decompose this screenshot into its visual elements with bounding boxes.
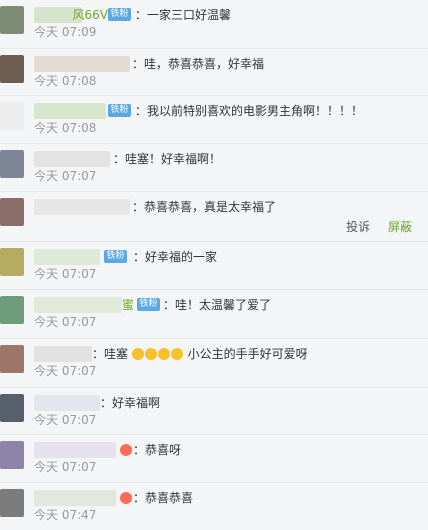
- commenter-name[interactable]: [34, 103, 106, 119]
- smile-emoji-icon: [144, 348, 157, 360]
- commenter-name[interactable]: 蜜: [34, 297, 134, 313]
- comment-text-body: ：恭喜恭喜: [133, 491, 194, 505]
- comment-text: ：好幸福的一家: [133, 250, 218, 264]
- comment-text: ：我以前特别喜欢的电影男主角啊！！！！: [135, 104, 364, 118]
- comment-time: 今天 07:07: [34, 460, 97, 474]
- commenter-nickname[interactable]: 风66V: [73, 7, 108, 23]
- avatar[interactable]: [0, 441, 24, 469]
- avatar[interactable]: [0, 55, 24, 83]
- commenter-name[interactable]: [34, 442, 116, 458]
- commenter-name[interactable]: [34, 490, 116, 506]
- comment-text: ：一家三口好温馨: [135, 8, 232, 22]
- comment-time: 今天 07:07: [34, 169, 97, 183]
- comment-text-body: ：恭喜呀: [133, 443, 182, 457]
- comment-row: 铁粉 ：我以前特别喜欢的电影男主角啊！！！！ 今天 07:08: [0, 96, 428, 144]
- comment-text: ：哇塞 小公主的手手好可爱呀: [92, 345, 308, 363]
- fan-badge: 铁粉: [137, 298, 160, 311]
- comment-row: ：哇塞！好幸福啊！ 今天 07:07: [0, 144, 428, 192]
- comment-row: ：哇塞 小公主的手手好可爱呀 今天 07:07: [0, 339, 428, 388]
- avatar[interactable]: [0, 198, 24, 226]
- comment-list: 风66V 铁粉 ：一家三口好温馨 今天 07:09 ：哇，恭喜恭喜，好幸福 今天…: [0, 0, 428, 530]
- fan-badge: 铁粉: [108, 104, 131, 117]
- comment-time: 今天 07:08: [34, 121, 97, 135]
- smile-emoji-icon: [157, 348, 170, 360]
- comment-row: ：哇，恭喜恭喜，好幸福 今天 07:08: [0, 49, 428, 96]
- comment-text: ：恭喜恭喜: [120, 489, 193, 507]
- avatar[interactable]: [0, 296, 24, 324]
- commenter-name[interactable]: [34, 56, 130, 72]
- avatar[interactable]: [0, 150, 24, 178]
- comment-row: 蜜 铁粉 ：哇！太温馨了爱了 今天 07:07: [0, 290, 428, 339]
- avatar[interactable]: [0, 345, 24, 373]
- comment-time: 今天 07:09: [34, 25, 97, 39]
- comment-time: 今天 07:07: [34, 364, 97, 378]
- comment-text-start: ：哇塞: [92, 347, 129, 361]
- avatar[interactable]: [0, 248, 24, 276]
- smile-emoji-icon: [131, 348, 144, 360]
- commenter-name[interactable]: [34, 151, 110, 167]
- block-link[interactable]: 屏蔽: [388, 220, 412, 234]
- comment-time: 今天 07:07: [34, 315, 97, 329]
- commenter-name[interactable]: [34, 249, 100, 265]
- comment-text: ：恭喜恭喜，真是太幸福了: [132, 200, 277, 214]
- avatar[interactable]: [0, 394, 24, 422]
- gift-emoji-icon: [120, 444, 132, 456]
- comment-time: 今天 07:47: [34, 508, 97, 522]
- comment-actions: 投诉 屏蔽: [346, 219, 412, 235]
- commenter-name[interactable]: 风66V: [34, 7, 108, 23]
- gift-emoji-icon: [120, 492, 132, 504]
- avatar[interactable]: [0, 489, 24, 517]
- comment-row: ：恭喜恭喜 今天 07:47: [0, 483, 428, 530]
- comment-row: ：恭喜恭喜，真是太幸福了 投诉 屏蔽: [0, 192, 428, 242]
- comment-row: 风66V 铁粉 ：一家三口好温馨 今天 07:09: [0, 0, 428, 49]
- comment-text: ：哇，恭喜恭喜，好幸福: [132, 57, 265, 71]
- comment-text: ：好幸福啊: [100, 396, 161, 410]
- avatar[interactable]: [0, 6, 24, 34]
- comment-row: 铁粉 ：好幸福的一家 今天 07:07: [0, 242, 428, 290]
- report-link[interactable]: 投诉: [346, 220, 370, 234]
- comment-time: 今天 07:07: [34, 267, 97, 281]
- avatar[interactable]: [0, 102, 24, 130]
- comment-row: ：恭喜呀 今天 07:07: [0, 435, 428, 483]
- comment-time: 今天 07:07: [34, 413, 97, 427]
- comment-text: ：哇！太温馨了爱了: [163, 298, 272, 312]
- fan-badge: 铁粉: [104, 250, 127, 263]
- comment-text: ：哇塞！好幸福啊！: [113, 152, 222, 166]
- commenter-name[interactable]: [34, 346, 92, 362]
- commenter-name[interactable]: [34, 199, 130, 215]
- comment-time: 今天 07:08: [34, 74, 97, 88]
- fan-badge: 铁粉: [108, 8, 131, 21]
- smile-emoji-icon: [170, 348, 183, 360]
- comment-text: ：恭喜呀: [120, 441, 181, 459]
- comment-row: ：好幸福啊 今天 07:07: [0, 388, 428, 435]
- comment-text-end: 小公主的手手好可爱呀: [187, 347, 308, 361]
- commenter-name[interactable]: [34, 395, 100, 411]
- commenter-nickname[interactable]: 蜜: [122, 297, 134, 313]
